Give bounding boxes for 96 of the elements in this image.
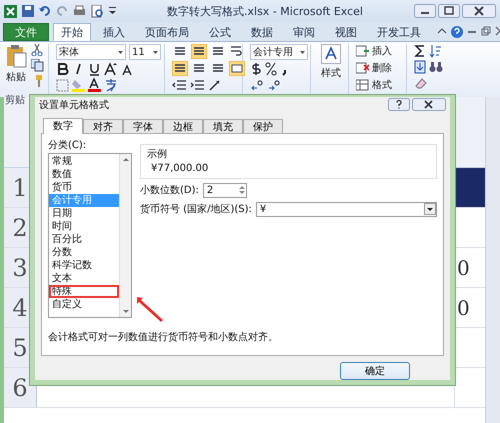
delete-cells-icon xyxy=(356,62,369,74)
bold-icon[interactable] xyxy=(56,62,69,76)
dropdown-arrow-icon xyxy=(118,50,123,54)
ribbon-tab[interactable]: 视图 xyxy=(327,23,365,41)
fill-color-icon[interactable] xyxy=(72,78,85,92)
font-color-icon[interactable] xyxy=(88,78,101,92)
category-item[interactable]: 数值 xyxy=(52,168,72,180)
category-item[interactable]: 分数 xyxy=(52,246,72,258)
dialog-tab[interactable]: 字体 xyxy=(123,118,163,133)
group-label: 剪贴 xyxy=(5,94,26,107)
save-icon[interactable] xyxy=(22,5,34,17)
text-orientation-icon[interactable] xyxy=(208,78,222,92)
dropdown-arrow-icon xyxy=(300,50,305,54)
increase-decimal-icon[interactable] xyxy=(250,78,264,92)
align-left-icon[interactable] xyxy=(172,61,188,76)
close-icon[interactable] xyxy=(412,98,446,112)
category-label: 分类(C): xyxy=(48,138,88,152)
currency-icon[interactable] xyxy=(250,62,262,76)
scroll-up-icon[interactable] xyxy=(122,156,128,162)
category-item[interactable]: 货币 xyxy=(52,182,72,193)
paste-button[interactable]: 粘贴 xyxy=(6,70,26,84)
cells-command[interactable]: 删除 xyxy=(372,61,392,75)
cells-command[interactable]: 插入 xyxy=(372,44,392,58)
copy-icon[interactable] xyxy=(31,59,44,72)
category-item[interactable]: 时间 xyxy=(52,220,72,232)
printer-icon[interactable] xyxy=(73,5,86,17)
maximize-icon[interactable] xyxy=(438,4,460,18)
styles-button[interactable]: 样式 xyxy=(321,66,341,80)
pointer-arrow-icon xyxy=(135,295,165,324)
ok-button[interactable]: 确定 xyxy=(340,362,410,380)
category-item[interactable]: 文本 xyxy=(52,272,72,284)
insert-cells-icon xyxy=(356,45,369,57)
ribbon-tab[interactable]: 页面布局 xyxy=(137,23,197,41)
underline-icon[interactable] xyxy=(88,62,101,76)
dialog-tab[interactable]: 边框 xyxy=(163,118,203,133)
decimal-places-label: 小数位数(D): xyxy=(140,184,199,198)
help-icon[interactable] xyxy=(388,98,410,112)
sample-value: ¥77,000.00 xyxy=(150,162,210,174)
shrink-font-icon[interactable] xyxy=(121,62,134,76)
spin-arrows-icon xyxy=(238,184,246,196)
decimal-places-spinner[interactable]: 2 xyxy=(202,182,247,198)
dialog-tab[interactable]: 保护 xyxy=(243,118,283,133)
close-icon[interactable] xyxy=(462,4,496,18)
restore-icon[interactable] xyxy=(481,26,491,36)
paste-clipboard-icon[interactable] xyxy=(5,44,27,68)
category-item[interactable]: 常规 xyxy=(52,156,72,167)
sort-filter-icon[interactable] xyxy=(429,44,442,58)
merge-cells-icon[interactable] xyxy=(229,61,245,76)
styles-icon[interactable] xyxy=(321,44,341,64)
ribbon-tab[interactable]: 审阅 xyxy=(285,23,323,41)
ribbon-tab[interactable]: 公式 xyxy=(201,23,239,41)
dropdown-icon[interactable] xyxy=(109,7,116,15)
font-size-combo[interactable]: 11 xyxy=(129,44,161,60)
category-item[interactable]: 百分比 xyxy=(52,234,82,245)
decrease-indent-icon[interactable] xyxy=(172,78,187,92)
currency-symbol-label: 货币符号 (国家/地区)(S): xyxy=(140,202,252,216)
excel-icon[interactable] xyxy=(4,4,17,18)
collapse-ribbon-icon[interactable] xyxy=(437,26,447,36)
decrease-decimal-icon[interactable] xyxy=(267,78,281,92)
fill-down-icon[interactable] xyxy=(414,60,426,74)
currency-symbol-dropdown[interactable]: ¥ xyxy=(256,202,437,217)
ribbon-tab[interactable]: 插入 xyxy=(95,23,133,41)
dialog-tab[interactable]: 数字 xyxy=(43,118,83,134)
scroll-down-icon[interactable] xyxy=(122,308,128,314)
grow-font-icon[interactable] xyxy=(104,62,118,76)
category-item[interactable]: 科学记数 xyxy=(52,260,92,271)
eraser-icon[interactable] xyxy=(414,76,428,90)
scissors-icon[interactable] xyxy=(31,44,43,56)
dialog-tab[interactable]: 对齐 xyxy=(83,118,123,133)
file-tab[interactable]: 文件 xyxy=(3,23,49,41)
ribbon-tab[interactable]: 开发工具 xyxy=(369,23,429,41)
print-preview-icon[interactable] xyxy=(91,4,104,18)
sample-label: 示例 xyxy=(147,148,168,161)
percent-icon[interactable] xyxy=(265,62,277,76)
increase-indent-icon[interactable] xyxy=(190,78,205,92)
font-name-combo[interactable]: 宋体 xyxy=(56,44,126,60)
undo-icon[interactable] xyxy=(39,5,51,17)
vertical-scrollbar[interactable] xyxy=(485,97,500,423)
phonetic-guide-icon[interactable] xyxy=(104,78,118,92)
minimize-icon[interactable] xyxy=(414,4,436,18)
ribbon-tab[interactable]: 数据 xyxy=(243,23,281,41)
binoculars-icon[interactable] xyxy=(429,60,443,74)
help-icon[interactable] xyxy=(451,26,463,38)
format-description: 会计格式可对一列数值进行货币符号和小数点对齐。 xyxy=(48,330,279,344)
dialog-title: 设置单元格格式 xyxy=(39,98,110,112)
align-middle-icon[interactable] xyxy=(191,44,207,59)
format-cells-icon xyxy=(356,79,369,91)
category-item[interactable]: 日期 xyxy=(52,208,72,219)
autosum-icon[interactable] xyxy=(414,44,426,58)
window-title: 数字转大写格式.xlsx - Microsoft Excel xyxy=(166,4,364,18)
cells-command[interactable]: 格式 xyxy=(372,78,392,92)
dropdown-arrow-icon xyxy=(153,50,158,54)
ribbon-tab[interactable]: 开始 xyxy=(53,23,91,41)
number-format-combo[interactable]: 会计专用 xyxy=(250,44,308,60)
category-item[interactable]: 自定义 xyxy=(52,298,82,310)
dialog-tab[interactable]: 填充 xyxy=(203,118,243,133)
